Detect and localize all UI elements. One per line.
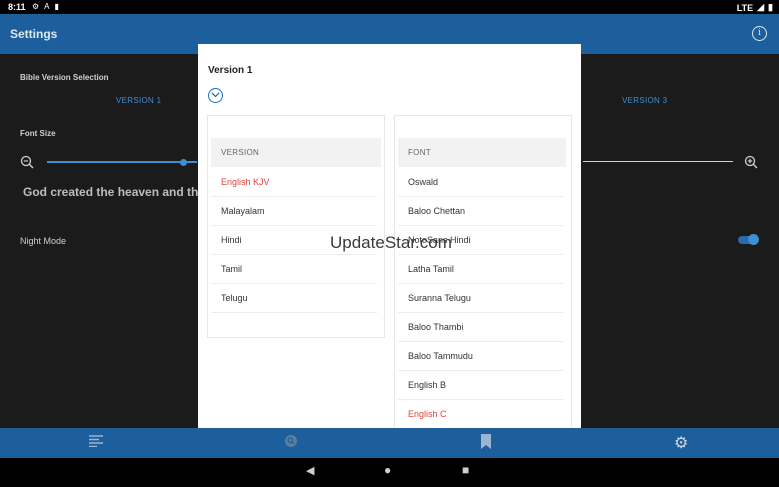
bottom-nav: ⚙ [0,428,779,458]
font-size-slider[interactable] [47,161,197,163]
version-item[interactable]: Telugu [211,284,377,313]
font-item[interactable]: Baloo Thambi [398,313,564,342]
version-item[interactable]: Tamil [211,255,377,284]
bookmark-icon[interactable] [480,434,492,452]
version-item[interactable]: Malayalam [211,197,377,226]
night-mode-label: Night Mode [20,236,67,246]
version-dialog: Version 1 VERSION English KJV Malayalam … [198,44,581,428]
home-icon[interactable]: ● [384,463,391,477]
version-1-tab[interactable]: VERSION 1 [116,96,161,105]
system-nav-bar: ◀ ● ■ [0,458,779,487]
battery-icon: ▮ [768,2,773,12]
sd-card-icon: ▮ [54,2,59,11]
network-type: LTE [736,2,754,13]
version-column-header: VERSION [211,138,381,167]
signal-icon: ◢ [757,2,765,12]
font-item[interactable]: Baloo Tammudu [398,342,564,371]
version-item[interactable]: Hindi [211,226,377,255]
gear-icon[interactable]: ⚙ [674,433,688,453]
status-right: LTE ◢ ▮ [737,2,773,13]
bible-version-label: Bible Version Selection [20,73,109,82]
font-list: FONT Oswald Baloo Chettan NotoSans Hindi… [394,115,572,428]
dialog-title: Version 1 [208,65,253,76]
night-mode-toggle-thumb[interactable] [748,234,759,245]
font-item[interactable]: NotoSans Hindi [398,226,564,255]
version-3-tab[interactable]: VERSION 3 [622,96,667,105]
version-item[interactable]: English KJV [211,168,377,197]
status-icons: ⚙ A ▮ [32,2,59,11]
font-item[interactable]: English B [398,371,564,400]
font-item[interactable]: Latha Tamil [398,255,564,284]
font-a-icon: A [44,2,50,11]
search-icon[interactable] [284,434,298,451]
list-icon[interactable] [89,434,103,450]
font-item[interactable]: Suranna Telugu [398,284,564,313]
font-item[interactable]: English C [398,400,564,428]
clock: 8:11 [8,2,26,12]
chevron-down-circle-icon[interactable] [208,88,223,103]
status-bar: 8:11 ⚙ A ▮ LTE ◢ ▮ [0,0,779,14]
font-sample-text: God created the heaven and the e [23,185,216,199]
font-column-header: FONT [398,138,566,167]
back-icon[interactable]: ◀ [306,464,314,477]
zoom-out-icon[interactable] [20,155,34,174]
font-size-slider-thumb[interactable] [180,159,187,166]
font-size-slider-rest [583,161,733,162]
info-icon[interactable]: i [752,26,767,41]
page-title: Settings [10,27,58,41]
version-list: VERSION English KJV Malayalam Hindi Tami… [207,115,385,338]
font-item[interactable]: Baloo Chettan [398,197,564,226]
recents-icon[interactable]: ■ [462,463,469,477]
font-size-label: Font Size [20,129,56,138]
settings-gear-icon: ⚙ [32,2,40,11]
font-item[interactable]: Oswald [398,168,564,197]
zoom-in-icon[interactable] [744,155,758,174]
